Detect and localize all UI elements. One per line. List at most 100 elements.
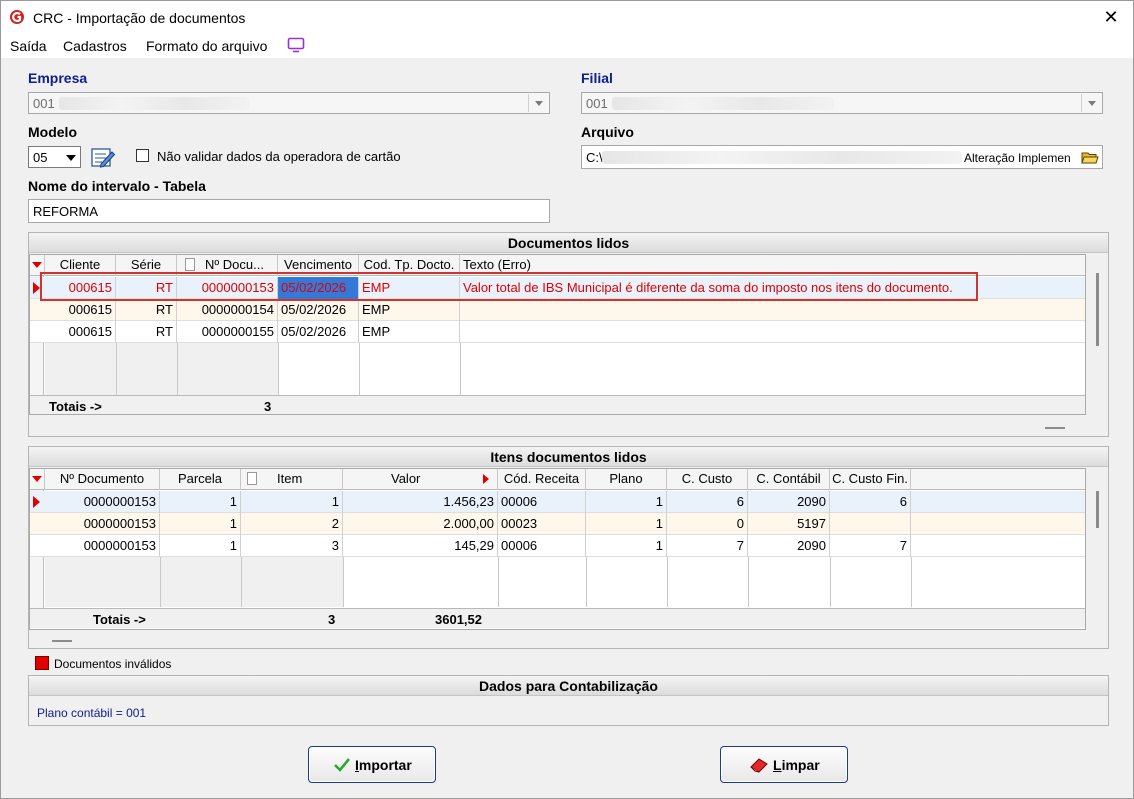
chevron-down-icon[interactable] bbox=[1081, 94, 1101, 112]
table-row[interactable]: 000615 RT 0000000155 05/02/2026 EMP bbox=[30, 321, 1085, 343]
col-plano[interactable]: Plano bbox=[586, 469, 667, 490]
empresa-value: 001 bbox=[33, 96, 55, 111]
nao-validar-checkbox[interactable] bbox=[136, 149, 149, 162]
document-icon bbox=[185, 258, 195, 271]
horizontal-scrollbar[interactable] bbox=[52, 640, 72, 642]
contabilizacao-title: Dados para Contabilização bbox=[29, 676, 1108, 696]
empresa-label: Empresa bbox=[28, 70, 88, 86]
grid-line bbox=[116, 343, 117, 395]
cell-serie: RT bbox=[116, 321, 177, 343]
cell-parcela: 1 bbox=[160, 535, 241, 557]
cell-valor: 1.456,23 bbox=[343, 491, 498, 513]
cell-plano: 1 bbox=[586, 513, 667, 535]
grid-line bbox=[278, 343, 279, 395]
document-icon bbox=[247, 472, 257, 485]
cell-cod-receita: 00023 bbox=[498, 513, 586, 535]
modelo-label: Modelo bbox=[28, 124, 77, 140]
totals-count: 3 bbox=[264, 399, 272, 414]
menu-formato-arquivo[interactable]: Formato do arquivo bbox=[146, 38, 267, 54]
cell-c-custo: 6 bbox=[667, 491, 748, 513]
col-c-custo[interactable]: C. Custo bbox=[667, 469, 748, 490]
cell-c-custo-fin: 7 bbox=[830, 535, 911, 557]
cell-c-custo-fin: 6 bbox=[830, 491, 911, 513]
modelo-combo[interactable]: 05 bbox=[28, 146, 81, 168]
app-logo-icon bbox=[10, 10, 24, 24]
totals-label: Totais -> bbox=[49, 399, 102, 414]
col-parcela[interactable]: Parcela bbox=[160, 469, 241, 490]
vertical-scrollbar[interactable] bbox=[1096, 273, 1099, 346]
col-nr-documento[interactable]: Nº Documento bbox=[45, 469, 160, 490]
horizontal-scrollbar[interactable] bbox=[1045, 427, 1065, 429]
empresa-redacted bbox=[59, 97, 249, 110]
grid-line bbox=[748, 557, 749, 607]
cell-cliente: 000615 bbox=[45, 321, 116, 343]
col-c-contabil[interactable]: C. Contábil bbox=[748, 469, 830, 490]
menu-cadastros[interactable]: Cadastros bbox=[63, 38, 127, 54]
totals-label: Totais -> bbox=[93, 612, 146, 627]
invalid-legend-swatch bbox=[35, 656, 49, 670]
limpar-mnemonic: L bbox=[773, 757, 782, 773]
importar-button[interactable]: Importar bbox=[308, 746, 436, 783]
cell-texto-erro bbox=[460, 299, 1085, 321]
empty-fixed-area bbox=[45, 557, 343, 607]
plano-contabil-text: Plano contábil = 001 bbox=[37, 706, 147, 720]
intervalo-input[interactable]: REFORMA bbox=[28, 199, 550, 223]
cell-item: 1 bbox=[241, 491, 343, 513]
cell-cliente: 000615 bbox=[45, 299, 116, 321]
chevron-down-icon[interactable] bbox=[528, 94, 548, 112]
monitor-icon[interactable] bbox=[287, 37, 305, 53]
filial-combo[interactable]: 001 bbox=[581, 92, 1103, 114]
table-row[interactable]: 0000000153 1 2 2.000,00 00023 1 0 5197 bbox=[30, 513, 1085, 535]
intervalo-label: Nome do intervalo - Tabela bbox=[28, 178, 206, 194]
cell-c-custo-fin bbox=[830, 513, 911, 535]
cell-c-contabil: 2090 bbox=[748, 491, 830, 513]
table-row[interactable]: 0000000153 1 1 1.456,23 00006 1 6 2090 6 bbox=[30, 491, 1085, 513]
cell-tipo: EMP bbox=[359, 299, 460, 321]
nao-validar-label: Não validar dados da operadora de cartão bbox=[157, 149, 401, 164]
itens-grid[interactable]: Nº Documento Parcela Item Valor Cód. Rec… bbox=[29, 468, 1086, 630]
intervalo-value: REFORMA bbox=[33, 204, 98, 219]
filial-value: 001 bbox=[586, 96, 608, 111]
arquivo-field[interactable]: C:\ Alteração Implemen bbox=[581, 145, 1103, 169]
open-folder-icon[interactable] bbox=[1081, 148, 1099, 166]
limpar-button[interactable]: Limpar bbox=[720, 746, 848, 783]
col-item[interactable]: Item bbox=[241, 469, 343, 490]
table-row[interactable]: 0000000153 1 3 145,29 00006 1 7 2090 7 bbox=[30, 535, 1085, 557]
cell-valor: 145,29 bbox=[343, 535, 498, 557]
cell-c-contabil: 2090 bbox=[748, 535, 830, 557]
import-window: CRC - Importação de documentos ✕ Saída C… bbox=[0, 0, 1134, 799]
chevron-down-icon[interactable] bbox=[62, 149, 78, 165]
limpar-label-rest: impar bbox=[781, 757, 820, 773]
limpar-label: Limpar bbox=[773, 757, 820, 773]
documentos-totals: Totais -> 3 bbox=[30, 395, 1085, 414]
grid-line bbox=[241, 557, 242, 607]
cell-cod-receita: 00006 bbox=[498, 535, 586, 557]
cell-plano: 1 bbox=[586, 491, 667, 513]
empty-fixed-area bbox=[45, 343, 278, 395]
edit-modelo-icon[interactable] bbox=[89, 144, 117, 170]
menu-saida[interactable]: Saída bbox=[10, 38, 47, 54]
cell-vencimento: 05/02/2026 bbox=[278, 299, 359, 321]
table-row[interactable]: 000615 RT 0000000154 05/02/2026 EMP bbox=[30, 299, 1085, 321]
col-cod-receita[interactable]: Cód. Receita bbox=[498, 469, 586, 490]
title-bar: CRC - Importação de documentos ✕ bbox=[1, 1, 1133, 34]
checkmark-icon bbox=[334, 758, 351, 772]
itens-title: Itens documentos lidos bbox=[29, 447, 1108, 467]
grid-line bbox=[160, 557, 161, 607]
cell-parcela: 1 bbox=[160, 513, 241, 535]
documentos-title: Documentos lidos bbox=[29, 233, 1108, 253]
cell-tipo: EMP bbox=[359, 321, 460, 343]
current-row-icon bbox=[33, 282, 40, 294]
col-item-label: Item bbox=[277, 471, 303, 486]
col-valor[interactable]: Valor bbox=[343, 469, 498, 490]
empresa-combo[interactable]: 001 bbox=[28, 92, 550, 114]
vertical-scrollbar[interactable] bbox=[1096, 491, 1099, 528]
filial-redacted bbox=[612, 97, 834, 110]
close-button[interactable]: ✕ bbox=[1089, 1, 1133, 34]
contabilizacao-panel: Dados para Contabilização Plano contábil… bbox=[28, 675, 1109, 726]
sort-down-icon bbox=[32, 476, 42, 482]
grid-line bbox=[498, 557, 499, 607]
cell-nr-documento: 0000000153 bbox=[45, 513, 160, 535]
col-c-custo-fin[interactable]: C. Custo Fin. bbox=[830, 469, 911, 490]
cell-c-contabil: 5197 bbox=[748, 513, 830, 535]
